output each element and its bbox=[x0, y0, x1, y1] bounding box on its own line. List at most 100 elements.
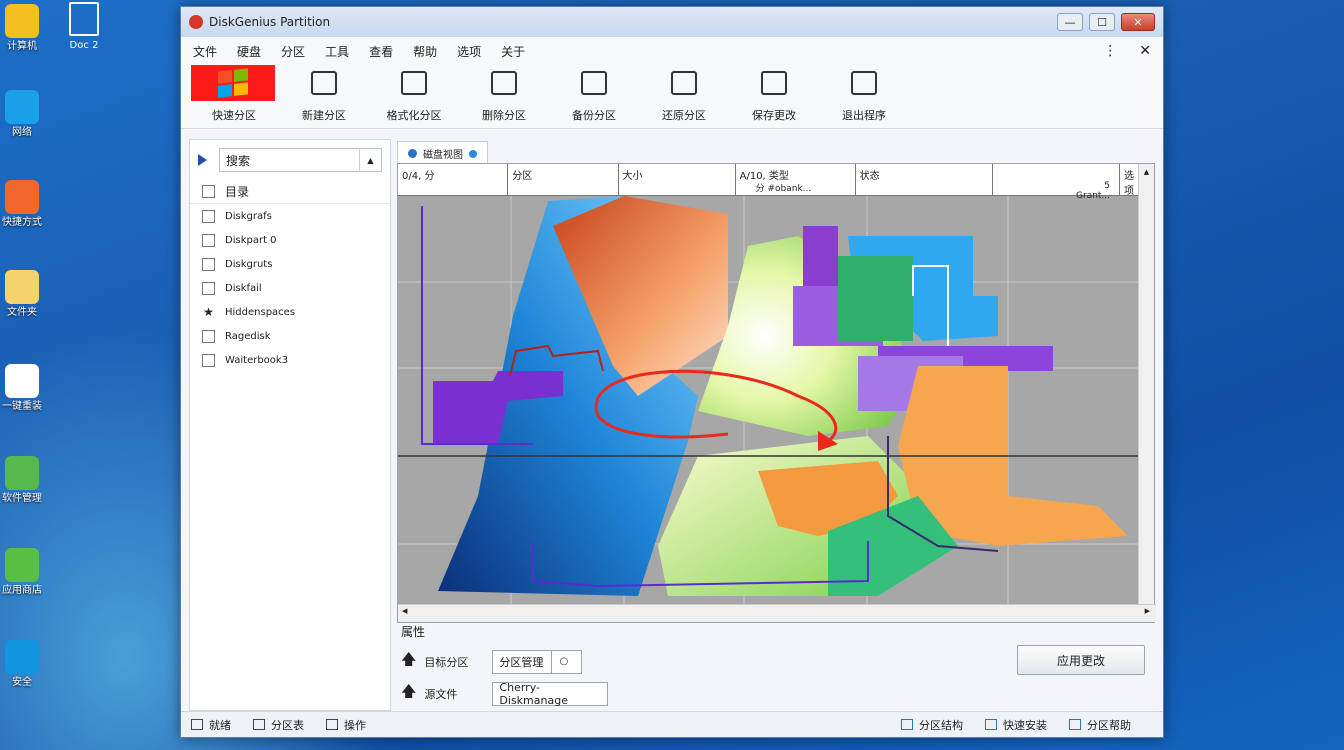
desktop-app-icon bbox=[5, 270, 39, 304]
checkbox[interactable] bbox=[202, 185, 215, 198]
menu-item-7[interactable]: 关于 bbox=[501, 43, 525, 60]
checkbox[interactable] bbox=[202, 257, 215, 271]
partition-grid: 0/4, 分 分区 大小 A/10, 类型分 #obank... 状态 选项 5 Grant… bbox=[397, 163, 1156, 623]
column-header-label: 0/4, 分 bbox=[402, 171, 435, 182]
menu-item-1[interactable]: 硬盘 bbox=[237, 43, 261, 60]
title-bar[interactable]: DiskGenius Partition — ☐ ✕ bbox=[181, 7, 1163, 37]
menu-item-5[interactable]: 帮助 bbox=[413, 43, 437, 60]
toolbar-button-4[interactable]: 备份分区 bbox=[553, 65, 635, 123]
sidebar-item-6[interactable]: Waiterbook3 bbox=[190, 348, 390, 372]
sidebar-item-1[interactable]: Diskpart 0 bbox=[190, 228, 390, 252]
close-button[interactable]: ✕ bbox=[1121, 13, 1155, 31]
toolbar-button-1[interactable]: 新建分区 bbox=[283, 65, 365, 123]
menu-item-6[interactable]: 选项 bbox=[457, 43, 481, 60]
sidebar-item-0[interactable]: Diskgrafs bbox=[190, 204, 390, 228]
prop-label-target: 目标分区 bbox=[424, 655, 469, 669]
toolbar-button-6[interactable]: 保存更改 bbox=[733, 65, 815, 123]
menu-item-4[interactable]: 查看 bbox=[369, 43, 393, 60]
desktop-icon-4[interactable]: 一键重装 bbox=[0, 364, 44, 413]
sidebar-item-5[interactable]: Ragedisk bbox=[190, 324, 390, 348]
toolbar-button-label: 备份分区 bbox=[572, 109, 616, 122]
partition-map-svg bbox=[398, 196, 1138, 604]
column-header-3[interactable]: A/10, 类型分 #obank... bbox=[736, 164, 856, 195]
toolbar-button-label: 新建分区 bbox=[302, 109, 346, 122]
arrow-up-icon: 🡅 bbox=[401, 682, 417, 700]
disk-icon bbox=[408, 149, 417, 158]
desktop-app-icon bbox=[5, 548, 39, 582]
pin-icon[interactable]: ✕ bbox=[1139, 43, 1151, 59]
desktop-icon-1[interactable]: 网络 bbox=[0, 90, 44, 139]
status-item-left-2[interactable]: 操作 bbox=[326, 717, 366, 733]
checkbox[interactable] bbox=[202, 233, 215, 247]
status-item-right-1[interactable]: 快速安装 bbox=[985, 717, 1047, 733]
desktop-icon-document-label-2: 2 bbox=[92, 40, 99, 51]
sidebar-item-4[interactable]: ★ Hiddenspaces bbox=[190, 300, 390, 324]
partition-map[interactable] bbox=[398, 196, 1138, 604]
menu-item-0[interactable]: 文件 bbox=[193, 43, 217, 60]
vertical-scrollbar[interactable]: ▲ bbox=[1138, 164, 1154, 604]
star-icon[interactable]: ★ bbox=[202, 305, 215, 319]
desktop-icon-document[interactable]: Doc 2 bbox=[62, 2, 106, 51]
status-item-left-0[interactable]: 就绪 bbox=[191, 717, 231, 733]
sidebar-item-label: Ragedisk bbox=[225, 330, 271, 342]
column-header-6[interactable]: 选项 5 Grant... bbox=[1076, 164, 1138, 201]
checkbox[interactable] bbox=[202, 353, 215, 367]
search-input[interactable]: 搜索 ▲ bbox=[219, 148, 382, 172]
more-menu-icon[interactable]: ⋮ bbox=[1103, 43, 1117, 59]
desktop-icon-label: 一键重装 bbox=[2, 401, 42, 412]
tab-disk-view[interactable]: 磁盘视图 bbox=[397, 141, 488, 165]
tab-label: 磁盘视图 bbox=[423, 150, 463, 161]
chevron-up-icon[interactable]: ▲ bbox=[359, 149, 381, 171]
partition-green-block[interactable] bbox=[838, 256, 913, 341]
toolbar-button-0[interactable]: 快速分区 bbox=[191, 65, 275, 123]
target-partition-field[interactable]: 分区管理 ○ bbox=[492, 649, 583, 674]
desktop-icon-3[interactable]: 文件夹 bbox=[0, 270, 44, 319]
desktop-icon-7[interactable]: 安全 bbox=[0, 640, 44, 689]
edit-icon bbox=[311, 71, 337, 95]
sidebar-header[interactable]: 目录 bbox=[190, 180, 390, 204]
toolbar-button-5[interactable]: 还原分区 bbox=[643, 65, 725, 123]
prop-row-target: 🡅 目标分区 分区管理 ○ bbox=[401, 649, 583, 674]
column-header-0[interactable]: 0/4, 分 bbox=[398, 164, 509, 195]
status-item-right-2[interactable]: 分区帮助 bbox=[1069, 717, 1131, 733]
toolbar-button-3[interactable]: 删除分区 bbox=[463, 65, 545, 123]
desktop-app-icon bbox=[5, 180, 39, 214]
toolbar-button-2[interactable]: 格式化分区 bbox=[373, 65, 455, 123]
toolbar-button-7[interactable]: 退出程序 bbox=[823, 65, 905, 123]
sidebar-item-label: Diskpart 0 bbox=[225, 234, 277, 246]
column-header-1[interactable]: 分区 bbox=[508, 164, 619, 195]
desktop-icon-2[interactable]: 快捷方式 bbox=[0, 180, 44, 229]
maximize-button[interactable]: ☐ bbox=[1089, 13, 1115, 31]
scroll-up-icon[interactable]: ▲ bbox=[1139, 164, 1154, 180]
checkbox[interactable] bbox=[202, 329, 215, 343]
menu-item-3[interactable]: 工具 bbox=[325, 43, 349, 60]
desktop-icon-label: 安全 bbox=[12, 677, 32, 688]
sidebar-item-3[interactable]: Diskfail bbox=[190, 276, 390, 300]
desktop-icon-label: 软件管理 bbox=[2, 493, 42, 504]
minimize-button[interactable]: — bbox=[1057, 13, 1083, 31]
refresh-icon[interactable]: ○ bbox=[551, 650, 575, 673]
desktop-app-icon bbox=[5, 364, 39, 398]
sidebar-item-label: Waiterbook3 bbox=[225, 354, 289, 366]
desktop-icon-5[interactable]: 软件管理 bbox=[0, 456, 44, 505]
checkbox[interactable] bbox=[202, 281, 215, 295]
scroll-left-icon[interactable]: ◀ bbox=[402, 607, 407, 615]
menu-item-2[interactable]: 分区 bbox=[281, 43, 305, 60]
status-item-left-1[interactable]: 分区表 bbox=[253, 717, 304, 733]
status-dot-icon bbox=[469, 149, 477, 158]
document-icon bbox=[69, 2, 99, 36]
desktop-icon-label: 文件夹 bbox=[7, 307, 37, 318]
play-icon[interactable] bbox=[198, 154, 207, 166]
column-header-4[interactable]: 状态 bbox=[856, 164, 994, 195]
sidebar-item-2[interactable]: Diskgruts bbox=[190, 252, 390, 276]
sidebar-header-label: 目录 bbox=[225, 185, 250, 199]
scroll-right-icon[interactable]: ▶ bbox=[1145, 607, 1150, 615]
status-label: 分区帮助 bbox=[1087, 718, 1131, 732]
source-file-field[interactable]: Cherry-Diskmanage bbox=[492, 681, 609, 707]
desktop-icon-6[interactable]: 应用商店 bbox=[0, 548, 44, 597]
status-item-right-0[interactable]: 分区结构 bbox=[901, 717, 963, 733]
desktop-icon-0[interactable]: 计算机 bbox=[0, 4, 44, 53]
checkbox[interactable] bbox=[202, 209, 215, 223]
column-header-2[interactable]: 大小 bbox=[619, 164, 736, 195]
apply-button[interactable]: 应用更改 bbox=[1017, 645, 1145, 675]
